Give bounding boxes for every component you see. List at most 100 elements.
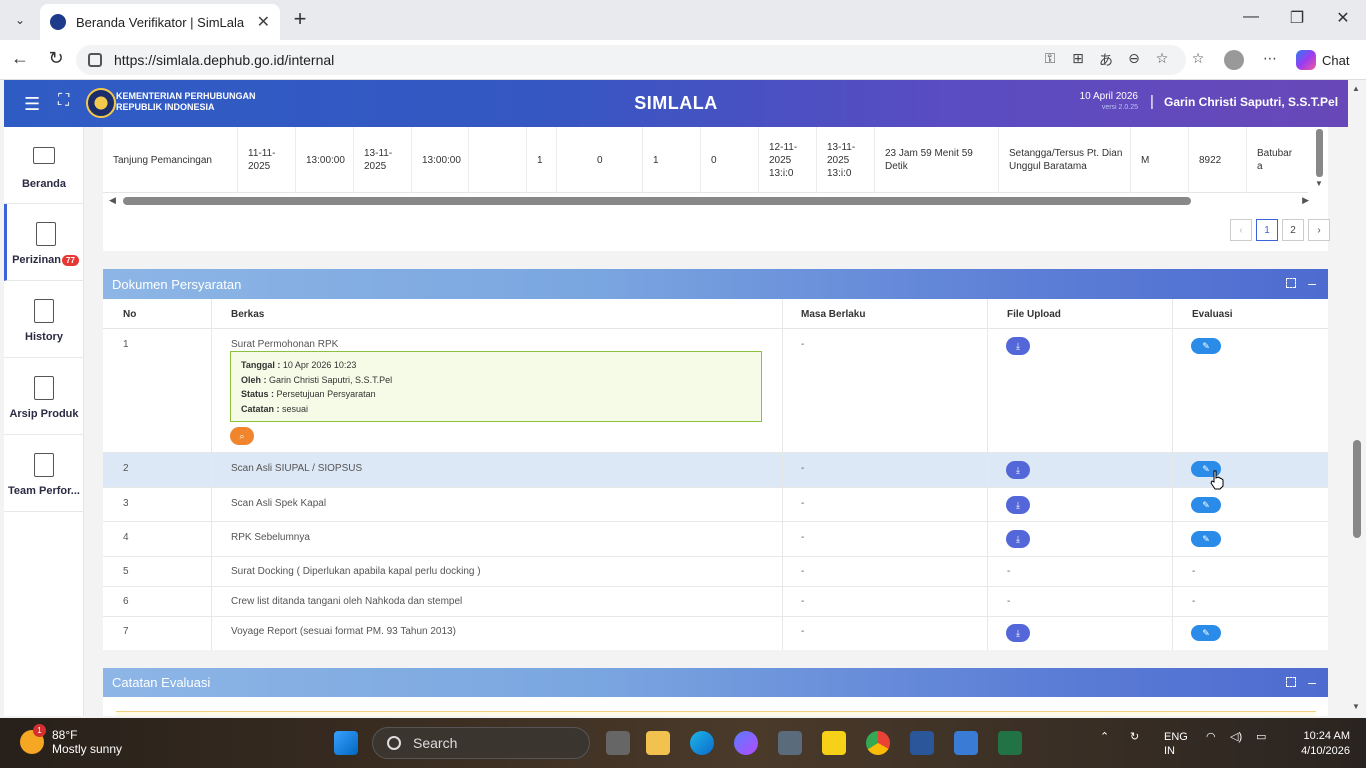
- table-cell: 11-11- 2025: [237, 127, 295, 193]
- collapse-icon[interactable]: –: [1308, 674, 1316, 690]
- language-indicator[interactable]: ENG IN: [1164, 730, 1188, 758]
- download-button[interactable]: ⤓: [1006, 624, 1030, 642]
- scroll-up-icon[interactable]: ▲: [1352, 84, 1360, 93]
- pagination-next[interactable]: ›: [1308, 219, 1330, 241]
- table-horizontal-scrollbar[interactable]: ◀ ▶: [109, 195, 1319, 207]
- sticky-notes-icon[interactable]: [822, 731, 846, 755]
- scroll-left-icon[interactable]: ◀: [109, 195, 116, 206]
- chrome-icon[interactable]: [866, 731, 890, 755]
- expand-icon[interactable]: [1286, 278, 1296, 288]
- card-title: Catatan Evaluasi: [112, 675, 211, 690]
- download-icon: ⤓: [1016, 627, 1020, 638]
- excel-icon[interactable]: [998, 731, 1022, 755]
- favorites-icon[interactable]: ☆: [1188, 50, 1208, 70]
- back-arrow-icon[interactable]: ←: [8, 48, 32, 69]
- weather-widget[interactable]: 1 88°F Mostly sunny: [20, 724, 122, 756]
- scrollbar-thumb[interactable]: [1316, 129, 1323, 177]
- search-button[interactable]: ⌕: [230, 427, 254, 445]
- pagination-page-2[interactable]: 2: [1282, 219, 1304, 241]
- battery-icon[interactable]: ▭: [1256, 730, 1266, 743]
- copilot-app-icon[interactable]: [734, 731, 758, 755]
- refresh-icon[interactable]: ↻: [44, 48, 68, 69]
- expand-icon[interactable]: [1286, 677, 1296, 687]
- window-close-icon[interactable]: ✕: [1328, 8, 1358, 28]
- evaluate-button[interactable]: ✎: [1191, 625, 1221, 641]
- header-separator: |: [1150, 93, 1154, 110]
- edit-icon: ✎: [1202, 463, 1210, 474]
- scroll-down-icon[interactable]: ▼: [1315, 179, 1323, 188]
- sync-icon[interactable]: ↻: [1130, 730, 1139, 743]
- key-icon[interactable]: ⚿: [1040, 50, 1060, 70]
- row-no: 6: [123, 596, 129, 607]
- new-tab-plus-icon[interactable]: +: [288, 8, 312, 30]
- file-explorer-icon[interactable]: [646, 731, 670, 755]
- windows-start-icon[interactable]: [334, 731, 358, 755]
- restore-icon[interactable]: ❐: [1282, 8, 1312, 28]
- translate-icon[interactable]: あ: [1096, 50, 1116, 70]
- word-icon[interactable]: [910, 731, 934, 755]
- camera-icon[interactable]: [778, 731, 802, 755]
- fullscreen-icon[interactable]: ⛶: [58, 92, 69, 110]
- zoom-icon[interactable]: ⊖: [1124, 50, 1144, 70]
- column-divider: [782, 299, 783, 650]
- site-info-icon[interactable]: [88, 53, 102, 67]
- tray-overflow-chevron-icon[interactable]: ⌃: [1100, 730, 1109, 743]
- download-button[interactable]: ⤓: [1006, 496, 1030, 514]
- volume-icon[interactable]: ◁): [1230, 730, 1242, 743]
- minimize-icon[interactable]: —: [1236, 8, 1266, 26]
- scrollbar-thumb[interactable]: [123, 197, 1191, 205]
- card-title: Dokumen Persyaratan: [112, 276, 242, 292]
- sidebar-item-history[interactable]: History: [4, 281, 84, 358]
- sidebar-item-beranda[interactable]: Beranda: [4, 127, 84, 204]
- sidebar-item-label: History: [25, 331, 63, 343]
- download-button[interactable]: ⤓: [1006, 337, 1030, 355]
- evaluate-button[interactable]: ✎: [1191, 338, 1221, 354]
- windows-taskbar: 1 88°F Mostly sunny Search ⌃ ↻ ENG IN ◠ …: [0, 718, 1366, 768]
- taskbar-search[interactable]: Search: [372, 727, 590, 759]
- table-row: 4 RPK Sebelumnya - ⤓ ✎: [103, 522, 1328, 557]
- document-icon: [35, 222, 56, 246]
- page-scrollbar[interactable]: ▲ ▼: [1348, 80, 1366, 716]
- apps-icon[interactable]: ⊞: [1068, 50, 1088, 70]
- chat-label: Chat: [1322, 52, 1350, 68]
- favorite-star-icon[interactable]: ☆: [1152, 50, 1172, 70]
- dokumen-table: No Berkas Masa Berlaku File Upload Evalu…: [103, 299, 1328, 650]
- tab-close-icon[interactable]: ✕: [257, 12, 270, 32]
- browser-tab[interactable]: Beranda Verifikator | SimLala ✕: [40, 4, 280, 40]
- more-menu-icon[interactable]: ⋯: [1260, 50, 1280, 70]
- url-field[interactable]: https://simlala.dephub.go.id/internal: [76, 45, 1186, 75]
- edit-icon: ✎: [1202, 533, 1210, 544]
- sidebar-item-label: Perizinan: [12, 254, 61, 266]
- temperature: 88°F: [52, 728, 78, 742]
- task-view-icon[interactable]: [606, 731, 630, 755]
- table-cell: 13:00:00: [295, 127, 353, 193]
- calculator-icon[interactable]: [954, 731, 978, 755]
- table-cell: [468, 127, 526, 193]
- evaluate-button[interactable]: ✎: [1191, 531, 1221, 547]
- download-button[interactable]: ⤓: [1006, 461, 1030, 479]
- scroll-right-icon[interactable]: ▶: [1302, 195, 1309, 206]
- download-button[interactable]: ⤓: [1006, 530, 1030, 548]
- scrollbar-thumb[interactable]: [1353, 440, 1361, 538]
- tab-actions-chevron-icon[interactable]: ⌄: [6, 6, 34, 34]
- collapse-icon[interactable]: –: [1308, 275, 1316, 291]
- pagination-page-1[interactable]: 1: [1256, 219, 1278, 241]
- scroll-down-icon[interactable]: ▼: [1352, 702, 1360, 711]
- pagination-prev[interactable]: ‹: [1230, 219, 1252, 241]
- user-name[interactable]: Garin Christi Saputri, S.S.T.Pel: [1164, 95, 1338, 109]
- row-berkas: Scan Asli Spek Kapal: [231, 498, 327, 509]
- edge-browser-icon[interactable]: [690, 731, 714, 755]
- table-cell: Tanjung Pemancingan: [113, 154, 212, 166]
- copilot-chat-button[interactable]: Chat: [1296, 46, 1349, 74]
- wifi-icon[interactable]: ◠: [1206, 730, 1216, 743]
- edit-icon: ✎: [1202, 499, 1210, 510]
- table-vertical-scrollbar[interactable]: ▼: [1314, 127, 1324, 193]
- sidebar-item-arsip-produk[interactable]: Arsip Produk: [4, 358, 84, 435]
- system-clock[interactable]: 10:24 AM 4/10/2026: [1288, 729, 1350, 759]
- hamburger-menu-icon[interactable]: ☰: [24, 94, 40, 115]
- sidebar-item-perizinan[interactable]: Perizinan 77: [4, 204, 84, 281]
- row-no: 5: [123, 566, 129, 577]
- evaluate-button[interactable]: ✎: [1191, 497, 1221, 513]
- profile-avatar-icon[interactable]: [1224, 50, 1244, 70]
- sidebar-item-team-performance[interactable]: Team Perfor...: [4, 435, 84, 512]
